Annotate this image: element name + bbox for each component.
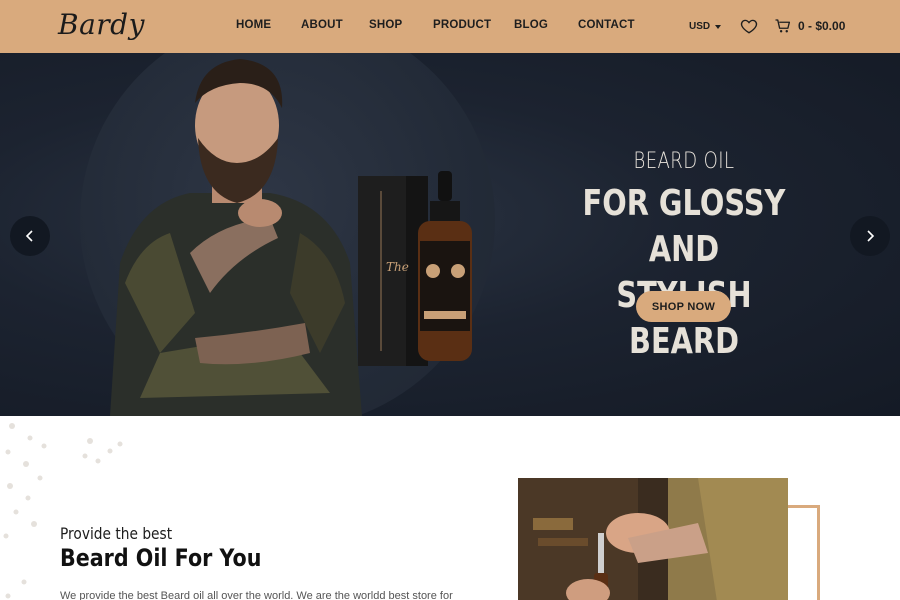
beard-oil-product-image: The <box>358 171 472 366</box>
nav-shop[interactable]: SHOP <box>369 19 402 31</box>
decorative-dot-pattern <box>3 423 123 599</box>
caret-down-icon <box>715 24 722 29</box>
about-description: We provide the best Beard oil all over t… <box>60 590 453 600</box>
nav-contact[interactable]: CONTACT <box>578 19 635 31</box>
about-kicker: Provide the best <box>60 524 173 543</box>
heart-icon[interactable] <box>740 17 758 35</box>
site-header: Bardy HOME ABOUT SHOP PRODUCT BLOG CONTA… <box>0 0 900 53</box>
chevron-right-icon <box>867 230 875 242</box>
shop-now-button[interactable]: SHOP NOW <box>636 291 731 322</box>
hero-kicker: BEARD OIL <box>633 149 735 174</box>
main-nav: HOME ABOUT SHOP PRODUCT BLOG CONTACT <box>0 0 900 53</box>
slider-prev-button[interactable] <box>10 216 50 256</box>
nav-about[interactable]: ABOUT <box>301 19 343 31</box>
hero-title-line-1: FOR GLOSSY AND <box>582 183 786 270</box>
about-photo <box>518 478 788 600</box>
currency-label: USD <box>689 21 711 32</box>
nav-blog[interactable]: BLOG <box>514 19 548 31</box>
nav-product[interactable]: PRODUCT <box>433 19 491 31</box>
about-title: Beard Oil For You <box>60 544 262 572</box>
hero-title: FOR GLOSSY AND STYLISH BEARD <box>569 181 799 365</box>
cart-button[interactable]: 0 - $0.00 <box>774 17 845 35</box>
cart-summary: 0 - $0.00 <box>798 19 846 33</box>
chevron-left-icon <box>25 230 33 242</box>
cart-icon <box>775 19 791 33</box>
hero-slider: The BEARD OIL FOR GLOSSY AND STYLISH BEA… <box>0 53 900 416</box>
slider-next-button[interactable] <box>850 216 890 256</box>
svg-text:The: The <box>386 260 409 274</box>
hero-model-image <box>110 59 362 416</box>
currency-selector[interactable]: USD <box>689 21 722 32</box>
nav-home[interactable]: HOME <box>236 19 271 31</box>
